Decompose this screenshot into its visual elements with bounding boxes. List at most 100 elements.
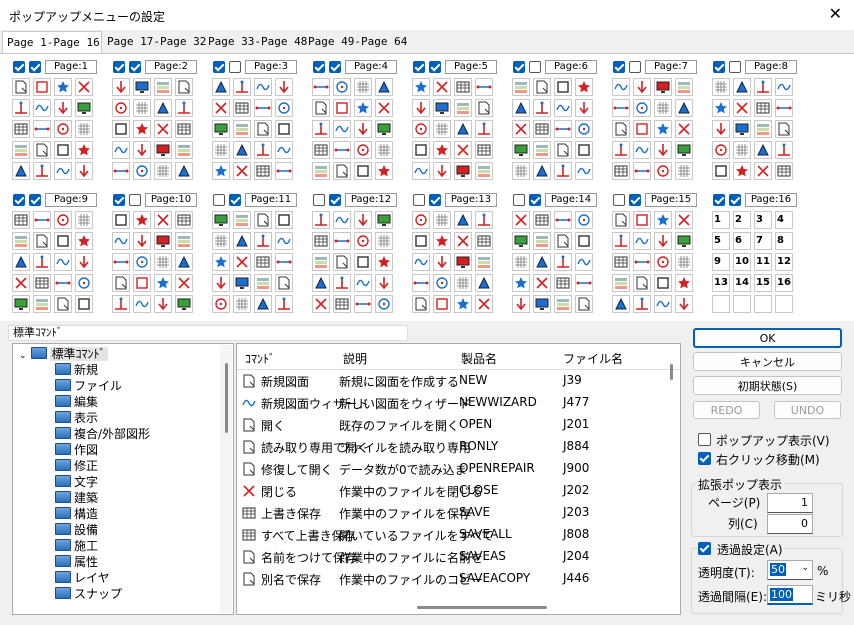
- tree-item[interactable]: 修正: [55, 458, 98, 474]
- blue-icon[interactable]: [675, 99, 693, 117]
- stack-icon[interactable]: [475, 253, 493, 271]
- table-icon[interactable]: [533, 120, 551, 138]
- bolt-icon[interactable]: [12, 99, 30, 117]
- reset-button[interactable]: 初期状態(S): [693, 376, 842, 395]
- doc-icon[interactable]: [333, 162, 351, 180]
- mon-icon[interactable]: [375, 120, 393, 138]
- wave-icon[interactable]: [554, 99, 572, 117]
- blue-icon[interactable]: [533, 162, 551, 180]
- page-label[interactable]: Page:12: [345, 193, 397, 207]
- mon-icon[interactable]: [375, 211, 393, 229]
- red-icon[interactable]: [475, 295, 493, 313]
- arrow-icon[interactable]: [633, 78, 651, 96]
- doc-icon[interactable]: [112, 274, 130, 292]
- bolt-icon[interactable]: [633, 295, 651, 313]
- command-category-tree[interactable]: ⌄ 標準ｺﾏﾝﾄﾞ 新規 ファイル 編集 表示 複合/外部図形 作図 修正 文字 建築 構造 設備 施工…: [12, 343, 234, 615]
- tree-item[interactable]: 構造: [55, 506, 98, 522]
- line-icon[interactable]: [333, 232, 351, 250]
- header-command[interactable]: ｺﾏﾝﾄﾞ: [245, 350, 275, 367]
- mon-icon[interactable]: [675, 232, 693, 250]
- blue-icon[interactable]: [475, 274, 493, 292]
- red-icon[interactable]: [675, 211, 693, 229]
- stack-icon[interactable]: [512, 78, 530, 96]
- circ-icon[interactable]: [275, 99, 293, 117]
- tree-item[interactable]: 文字: [55, 474, 98, 490]
- arrow-icon[interactable]: [433, 162, 451, 180]
- empty-slot[interactable]: [712, 295, 730, 313]
- red-icon[interactable]: [675, 120, 693, 138]
- stack-icon[interactable]: [233, 120, 251, 138]
- star-icon[interactable]: [133, 120, 151, 138]
- doc-icon[interactable]: [554, 141, 572, 159]
- grid-icon[interactable]: [712, 78, 730, 96]
- star-icon[interactable]: [675, 274, 693, 292]
- tab-page-1-16[interactable]: Page 1-Page 16: [2, 31, 102, 54]
- line-icon[interactable]: [554, 211, 572, 229]
- star-icon[interactable]: [433, 141, 451, 159]
- page-slot[interactable]: 1: [712, 211, 730, 229]
- red-icon[interactable]: [512, 120, 530, 138]
- collapse-icon[interactable]: ⌄: [19, 351, 27, 361]
- doc-icon[interactable]: [775, 120, 793, 138]
- grid-icon[interactable]: [512, 253, 530, 271]
- wave-icon[interactable]: [112, 141, 130, 159]
- page-enable-checkbox[interactable]: [113, 61, 125, 73]
- wave-icon[interactable]: [275, 232, 293, 250]
- stack-icon[interactable]: [175, 141, 193, 159]
- doc-icon[interactable]: [612, 211, 630, 229]
- mon-icon[interactable]: [175, 295, 193, 313]
- page-slot[interactable]: 3: [754, 211, 772, 229]
- star-icon[interactable]: [212, 253, 230, 271]
- page-label[interactable]: Page:7: [645, 60, 697, 74]
- empty-slot[interactable]: [733, 295, 751, 313]
- stack-icon[interactable]: [554, 295, 572, 313]
- bolt-icon[interactable]: [312, 211, 330, 229]
- sq-icon[interactable]: [412, 232, 430, 250]
- mon-icon[interactable]: [533, 295, 551, 313]
- page-visible-checkbox[interactable]: [629, 194, 641, 206]
- grid-icon[interactable]: [675, 253, 693, 271]
- tree-item[interactable]: 作図: [55, 442, 98, 458]
- table-icon[interactable]: [233, 99, 251, 117]
- mon-icon[interactable]: [212, 120, 230, 138]
- list-row[interactable]: 上書き保存 作業中のファイルを保存 SAVE J203: [237, 502, 680, 524]
- line-icon[interactable]: [333, 141, 351, 159]
- grid-icon[interactable]: [675, 162, 693, 180]
- red-icon[interactable]: [512, 211, 530, 229]
- page-visible-checkbox[interactable]: [429, 194, 441, 206]
- bolt-icon[interactable]: [254, 232, 272, 250]
- star-icon[interactable]: [712, 99, 730, 117]
- page-label[interactable]: Page:6: [545, 60, 597, 74]
- grid-icon[interactable]: [154, 253, 172, 271]
- bolt-icon[interactable]: [312, 120, 330, 138]
- star-icon[interactable]: [212, 162, 230, 180]
- page-visible-checkbox[interactable]: [529, 61, 541, 73]
- circ-icon[interactable]: [54, 120, 72, 138]
- sq-icon[interactable]: [412, 141, 430, 159]
- doc-icon[interactable]: [533, 78, 551, 96]
- stack-icon[interactable]: [12, 141, 30, 159]
- line-icon[interactable]: [33, 120, 51, 138]
- doc-icon[interactable]: [475, 99, 493, 117]
- page-visible-checkbox[interactable]: [229, 61, 241, 73]
- page-slot[interactable]: 5: [712, 232, 730, 250]
- table-icon[interactable]: [554, 274, 572, 292]
- line-icon[interactable]: [633, 162, 651, 180]
- line-icon[interactable]: [33, 211, 51, 229]
- page-label[interactable]: Page:5: [445, 60, 497, 74]
- page-slot[interactable]: 15: [754, 274, 772, 292]
- mon-icon[interactable]: [154, 141, 172, 159]
- bolt-icon[interactable]: [33, 162, 51, 180]
- page-label[interactable]: Page:10: [145, 193, 197, 207]
- doc-icon[interactable]: [254, 120, 272, 138]
- red-icon[interactable]: [175, 274, 193, 292]
- sq-icon[interactable]: [712, 162, 730, 180]
- tab-page-49-64[interactable]: Page 49-Page 64: [304, 31, 407, 53]
- page-enable-checkbox[interactable]: [513, 61, 525, 73]
- red-icon[interactable]: [733, 99, 751, 117]
- star-icon[interactable]: [154, 274, 172, 292]
- arrow-icon[interactable]: [133, 232, 151, 250]
- wave-icon[interactable]: [654, 295, 672, 313]
- arrow-icon[interactable]: [375, 274, 393, 292]
- sq-icon[interactable]: [554, 78, 572, 96]
